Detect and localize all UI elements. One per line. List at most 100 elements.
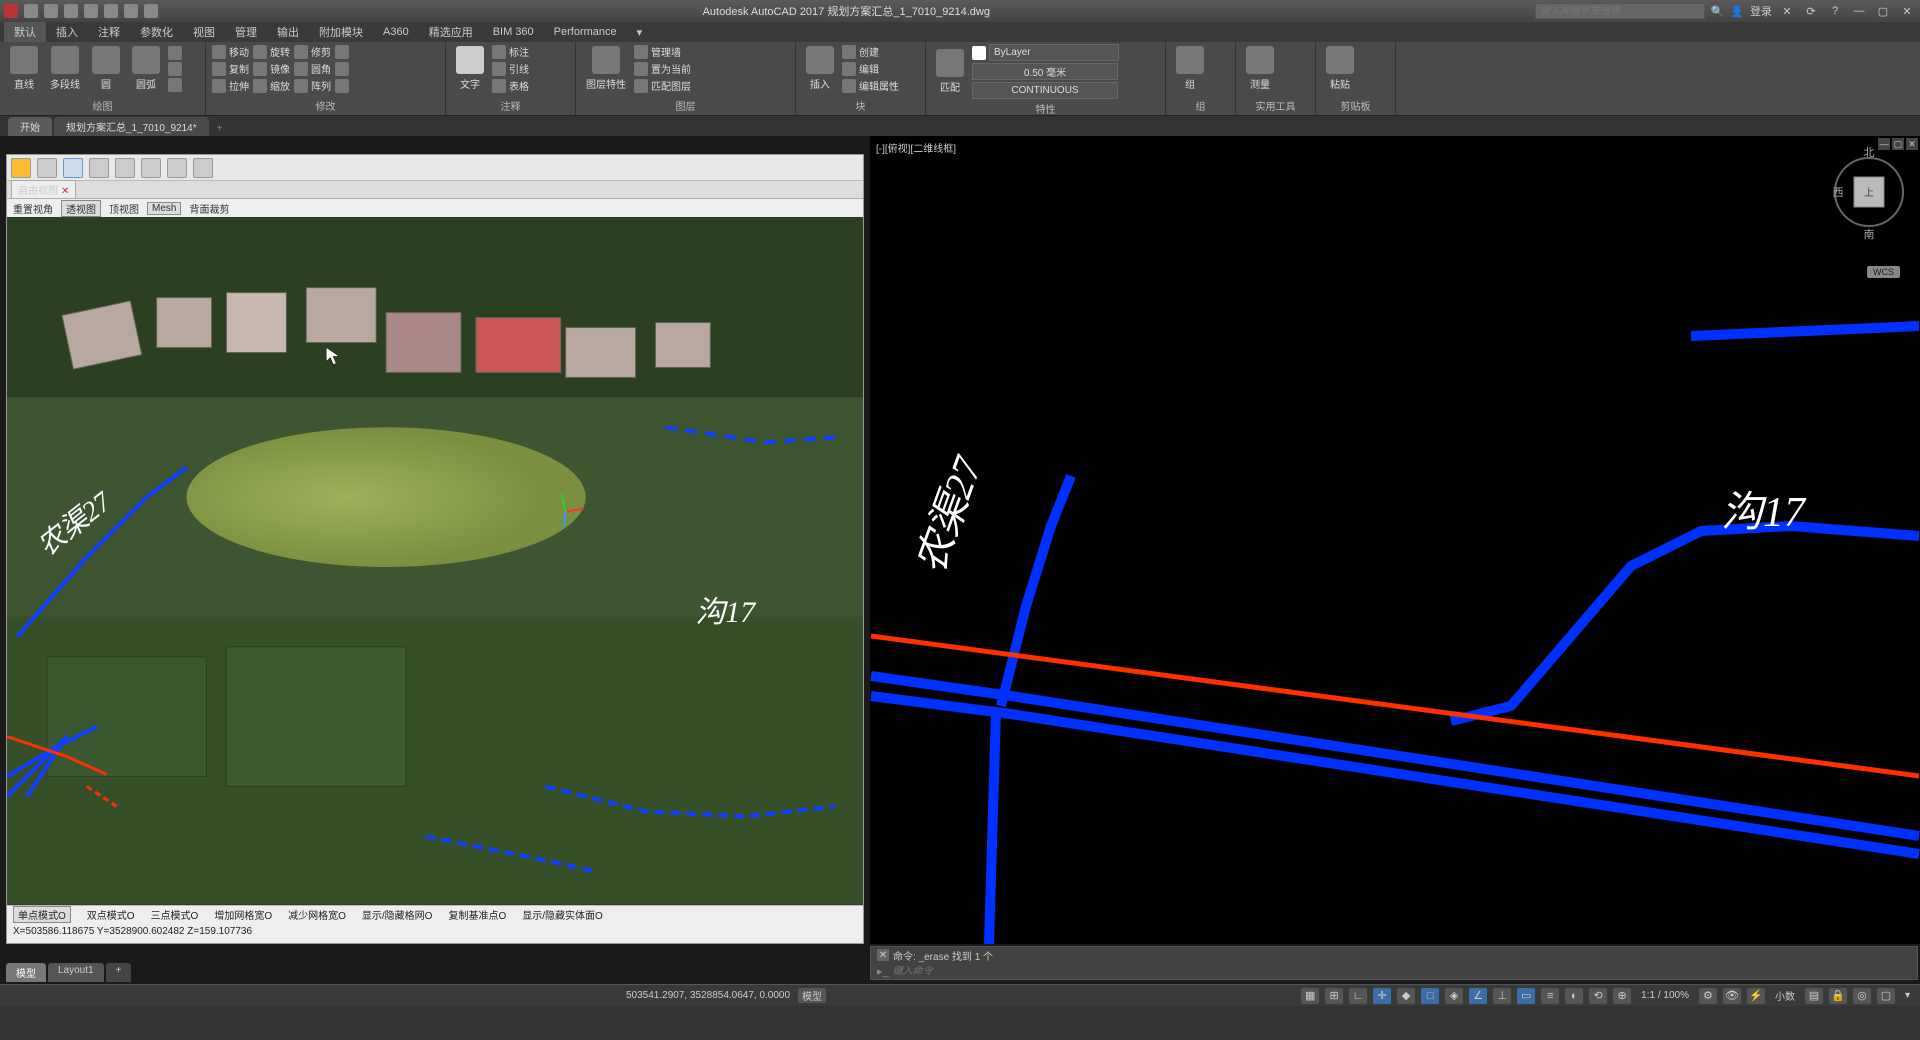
new-icon[interactable] <box>24 4 38 18</box>
app-menu-icon[interactable] <box>4 4 18 18</box>
layer-props-button[interactable]: 图层特性 <box>582 44 630 93</box>
document-tab[interactable]: 规划方案汇总_1_7010_9214* <box>54 117 209 136</box>
hardware-accel-icon[interactable]: ⚡ <box>1747 988 1765 1004</box>
polar-toggle-icon[interactable]: ✛ <box>1373 988 1391 1004</box>
saveas-icon[interactable] <box>84 4 98 18</box>
scale-button[interactable]: 缩放 <box>253 78 290 93</box>
panel-label-clip[interactable]: 剪贴板 <box>1322 96 1389 113</box>
anno-scale[interactable]: 1:1 / 100% <box>1637 990 1693 1001</box>
trim-button[interactable]: 修剪 <box>294 44 331 59</box>
sync-icon[interactable]: ⟳ <box>1802 4 1820 18</box>
aerial-line-icon[interactable] <box>115 158 135 178</box>
grid-toggle-icon[interactable]: ▦ <box>1301 988 1319 1004</box>
close-button[interactable]: ✕ <box>1898 4 1916 18</box>
tab-a360[interactable]: A360 <box>373 24 419 40</box>
panel-label-annot[interactable]: 注释 <box>452 96 569 113</box>
customize-button[interactable]: ▾ <box>1901 990 1914 1001</box>
aerial-view-icon[interactable] <box>37 158 57 178</box>
create-block-button[interactable]: 创建 <box>842 44 899 59</box>
tab-parametric[interactable]: 参数化 <box>130 22 183 42</box>
model-space-toggle[interactable]: 模型 <box>798 988 826 1003</box>
isolate-icon[interactable]: ◎ <box>1853 988 1871 1004</box>
osnap-toggle-icon[interactable]: □ <box>1421 988 1439 1004</box>
dimension-button[interactable]: 标注 <box>492 44 529 59</box>
new-tab-button[interactable]: + <box>211 121 229 136</box>
vp-close-icon[interactable]: ✕ <box>1906 138 1918 150</box>
decrease-grid[interactable]: 减少网格宽O <box>288 907 346 922</box>
exchange-icon[interactable]: ✕ <box>1778 4 1796 18</box>
rect-icon[interactable] <box>168 46 182 60</box>
paste-button[interactable]: 粘贴 <box>1322 44 1358 93</box>
iso-toggle-icon[interactable]: ◆ <box>1397 988 1415 1004</box>
ungroup-icon[interactable] <box>1212 62 1226 76</box>
increase-grid[interactable]: 增加网格宽O <box>214 907 272 922</box>
add-layout-button[interactable]: + <box>106 963 132 982</box>
layer-prev-icon[interactable] <box>695 77 707 89</box>
explode-icon[interactable] <box>335 62 349 76</box>
aerial-select-icon[interactable] <box>63 158 83 178</box>
single-point-mode[interactable]: 单点模式O <box>13 906 71 923</box>
tab-manage[interactable]: 管理 <box>225 22 267 42</box>
tab-output[interactable]: 输出 <box>267 22 309 42</box>
print-icon[interactable] <box>104 4 118 18</box>
polyline-button[interactable]: 多段线 <box>46 44 84 93</box>
props-match-button[interactable]: 匹配 <box>932 47 968 96</box>
layer-walk-icon[interactable] <box>711 77 723 89</box>
top-view-button[interactable]: 顶视图 <box>109 201 139 216</box>
layer-lock-icon[interactable] <box>727 49 739 61</box>
mirror-button[interactable]: 镜像 <box>253 61 290 76</box>
text-button[interactable]: 文字 <box>452 44 488 93</box>
panel-label-props[interactable]: 特性 <box>932 99 1159 116</box>
login-label[interactable]: 登录 <box>1750 3 1772 19</box>
copy-clip-icon[interactable] <box>1362 70 1376 84</box>
panel-label-block[interactable]: 块 <box>802 96 919 113</box>
aerial-main-icon[interactable] <box>11 158 31 178</box>
toggle-solid-face[interactable]: 显示/隐藏实体面O <box>522 907 603 922</box>
edit-attr-button[interactable]: 编辑属性 <box>842 78 899 93</box>
select-all-icon[interactable] <box>1282 54 1296 68</box>
layer-off-icon[interactable] <box>711 63 723 75</box>
quickcalc-icon[interactable] <box>1282 70 1296 84</box>
cycling-icon[interactable]: ⟲ <box>1589 988 1607 1004</box>
layer-on-icon[interactable] <box>727 63 739 75</box>
aerial-viewport[interactable]: 农渠27 沟17 <box>7 217 863 905</box>
viewport-label[interactable]: [-][俯视][二维线框] <box>876 140 956 155</box>
user-icon[interactable]: 👤 <box>1730 5 1744 18</box>
linetype-select[interactable] <box>972 82 1118 99</box>
triple-point-mode[interactable]: 三点模式O <box>151 907 199 922</box>
rotate-button[interactable]: 旋转 <box>253 44 290 59</box>
open-icon[interactable] <box>44 4 58 18</box>
tab-bim360[interactable]: BIM 360 <box>483 24 544 40</box>
close-tab-icon[interactable]: ✕ <box>61 186 69 197</box>
start-tab[interactable]: 开始 <box>8 117 52 136</box>
quick-props-icon[interactable]: ▤ <box>1805 988 1823 1004</box>
layer-iso-icon[interactable] <box>695 63 707 75</box>
panel-label-draw[interactable]: 绘图 <box>6 96 199 113</box>
panel-label-utils[interactable]: 实用工具 <box>1242 96 1309 113</box>
search-input[interactable] <box>1535 3 1705 19</box>
insert-button[interactable]: 插入 <box>802 44 838 93</box>
model-viewport[interactable]: [-][俯视][二维线框] — ▢ ✕ <box>870 136 1920 944</box>
circle-button[interactable]: 圆 <box>88 44 124 93</box>
hatch-icon[interactable] <box>168 62 182 76</box>
panel-label-groups[interactable]: 组 <box>1172 96 1229 113</box>
layer-vis-icon[interactable] <box>695 49 707 61</box>
save-icon[interactable] <box>64 4 78 18</box>
aerial-poly-icon[interactable] <box>167 158 187 178</box>
tab-insert[interactable]: 插入 <box>46 22 88 42</box>
wcs-badge[interactable]: WCS <box>1867 266 1900 278</box>
layer-current-button[interactable]: 置为当前 <box>634 61 691 76</box>
toggle-grid[interactable]: 显示/隐藏格网O <box>362 907 433 922</box>
ellipse-icon[interactable] <box>168 78 182 92</box>
move-button[interactable]: 移动 <box>212 44 249 59</box>
help-icon[interactable]: ? <box>1826 4 1844 18</box>
lock-ui-icon[interactable]: 🔒 <box>1829 988 1847 1004</box>
reset-view-button[interactable]: 重置视角 <box>13 201 53 216</box>
3dosnap-toggle-icon[interactable]: ◈ <box>1445 988 1463 1004</box>
cut-icon[interactable] <box>1362 54 1376 68</box>
aerial-circle-icon[interactable] <box>141 158 161 178</box>
annomonitor-icon[interactable]: ⊕ <box>1613 988 1631 1004</box>
units-display[interactable]: 小数 <box>1771 988 1799 1003</box>
command-input[interactable] <box>893 966 1911 977</box>
panel-label-modify[interactable]: 修改 <box>212 96 439 113</box>
